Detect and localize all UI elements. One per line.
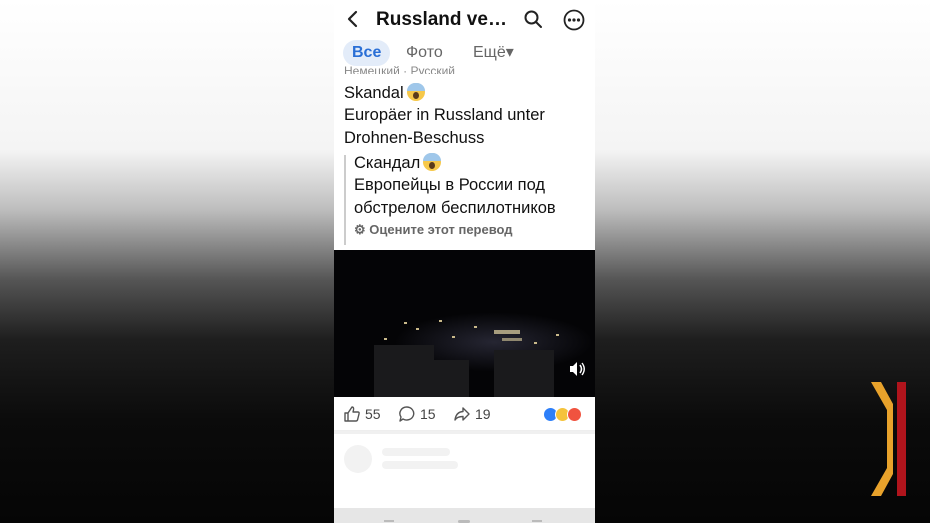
city-light (404, 322, 407, 324)
tab-all[interactable]: Все (343, 40, 391, 66)
nav-recents-icon[interactable] (384, 520, 394, 522)
thumbs-up-icon (344, 406, 360, 422)
screaming-face-emoji-icon (423, 153, 442, 171)
translation-line-2: Европейцы в России под (354, 176, 546, 194)
building-silhouette (429, 360, 469, 397)
city-light (494, 330, 520, 334)
rate-translation-label: Оцените этот перевод (369, 222, 513, 237)
city-light (452, 336, 455, 338)
loading-text-placeholder (382, 461, 458, 469)
translation-language-label: Немецкий · Русский (344, 65, 455, 74)
city-light (534, 342, 537, 344)
gear-icon: ⚙ (354, 222, 366, 237)
city-light (416, 328, 419, 330)
filter-tabs: Все Фото Ещё▾ (334, 38, 595, 68)
original-line-3: Drohnen-Beschuss (344, 129, 485, 147)
translation-line-1: Скандал (354, 153, 442, 173)
translation-title: Скандал (354, 154, 421, 172)
channel-logo (871, 382, 906, 496)
section-divider (334, 431, 595, 434)
screaming-face-emoji-icon (406, 83, 425, 101)
share-icon (454, 407, 470, 421)
like-button[interactable]: 55 (343, 404, 381, 424)
loading-text-placeholder (382, 448, 450, 456)
search-icon[interactable] (522, 8, 544, 30)
city-light (439, 320, 442, 322)
original-line-2: Europäer in Russland unter (344, 106, 545, 124)
city-light (556, 334, 559, 336)
loading-avatar-placeholder (344, 445, 372, 473)
share-button[interactable]: 19 (453, 404, 491, 424)
building-silhouette (374, 345, 434, 397)
city-light (384, 338, 387, 340)
top-bar: Russland vers… (334, 0, 595, 38)
like-count: 55 (365, 406, 381, 422)
tab-more[interactable]: Ещё▾ (464, 40, 523, 66)
more-options-icon[interactable] (562, 8, 586, 32)
original-line-1: Skandal (344, 83, 425, 103)
reaction-summary[interactable] (543, 407, 585, 422)
building-silhouette (494, 350, 554, 397)
speaker-icon[interactable] (567, 359, 587, 379)
city-light (474, 326, 477, 328)
translation-line-3: обстрелом беспилотников (354, 199, 556, 217)
rate-translation-link[interactable]: ⚙ Оцените этот перевод (354, 222, 513, 238)
share-count: 19 (475, 406, 491, 422)
comment-count: 15 (420, 406, 436, 422)
tab-photo[interactable]: Фото (397, 40, 452, 66)
city-light (502, 338, 522, 341)
app-screen: Russland vers… Все Фото Ещё▾ Немецкий · … (334, 0, 595, 523)
nav-back-icon[interactable] (532, 520, 542, 522)
translation-quote-bar (344, 155, 346, 245)
video-player[interactable] (334, 250, 595, 397)
post-actions-bar: 55 15 19 (334, 398, 595, 431)
back-arrow-icon[interactable] (342, 8, 364, 30)
page-title: Russland vers… (376, 9, 512, 30)
comment-icon (399, 406, 415, 422)
comment-button[interactable]: 15 (398, 404, 436, 424)
system-nav-bar (334, 508, 595, 523)
original-title: Skandal (344, 84, 404, 102)
love-reaction-icon (567, 407, 582, 422)
